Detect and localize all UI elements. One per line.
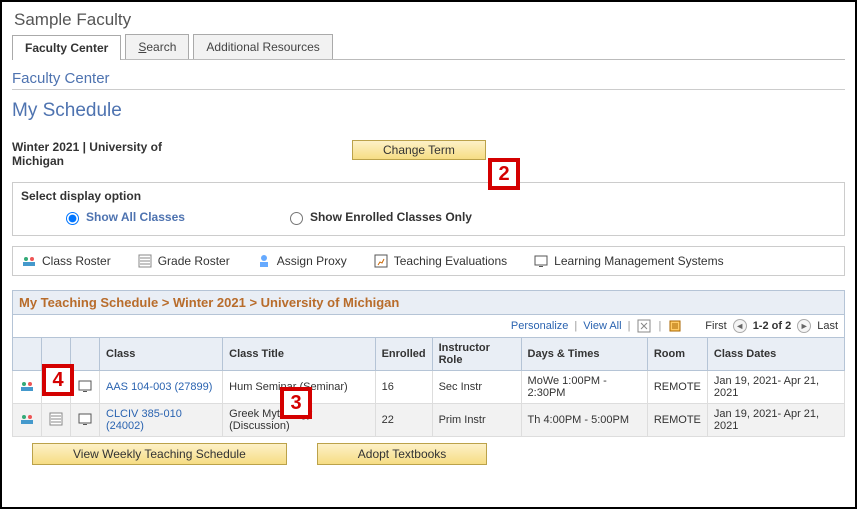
teaching-schedule-header: My Teaching Schedule > Winter 2021 > Uni… [12, 290, 845, 315]
lms-icon [533, 253, 549, 269]
room-cell: REMOTE [647, 404, 707, 437]
tool-assign-proxy[interactable]: Assign Proxy [256, 253, 347, 269]
grid-last[interactable]: Last [817, 320, 838, 332]
radio-show-all-label: Show All Classes [86, 210, 185, 224]
term-text: Winter 2021 | University of Michigan [12, 140, 192, 168]
grid-range: 1-2 of 2 [753, 320, 792, 332]
table-row: CLCIV 385-010 (24002) Greek Mythology (D… [13, 404, 845, 437]
tab-search[interactable]: Search [125, 34, 189, 59]
tool-teaching-evaluations[interactable]: Teaching Evaluations [373, 253, 507, 269]
col-class-dates[interactable]: Class Dates [707, 338, 844, 371]
table-row: AAS 104-003 (27899) Hum Seminar (Seminar… [13, 371, 845, 404]
radio-show-all[interactable]: Show All Classes [61, 209, 185, 225]
role-cell: Prim Instr [432, 404, 521, 437]
tool-links-row: Class Roster Grade Roster Assign Proxy T… [12, 246, 845, 276]
col-enrolled[interactable]: Enrolled [375, 338, 432, 371]
tool-assign-proxy-label: Assign Proxy [277, 254, 347, 268]
view-weekly-schedule-button[interactable]: View Weekly Teaching Schedule [32, 443, 287, 465]
next-arrow-icon[interactable]: ► [797, 319, 811, 333]
col-days-times[interactable]: Days & Times [521, 338, 647, 371]
tool-grade-roster-label: Grade Roster [158, 254, 230, 268]
teaching-schedule-table: Class Class Title Enrolled Instructor Ro… [12, 337, 845, 437]
grade-roster-icon [137, 253, 153, 269]
section-heading: Faculty Center [12, 70, 845, 90]
tool-lms-label: Learning Management Systems [554, 254, 723, 268]
tool-class-roster[interactable]: Class Roster [21, 253, 111, 269]
enrolled-cell: 16 [375, 371, 432, 404]
radio-show-enrolled-label: Show Enrolled Classes Only [310, 210, 472, 224]
teaching-evaluations-icon [373, 253, 389, 269]
download-icon[interactable] [667, 318, 683, 334]
schedule-heading: My Schedule [12, 100, 845, 122]
grid-toolbar: Personalize | View All | | First ◄ 1-2 o… [12, 315, 845, 337]
days-cell: MoWe 1:00PM - 2:30PM [521, 371, 647, 404]
display-option-label: Select display option [21, 189, 836, 203]
role-cell: Sec Instr [432, 371, 521, 404]
tab-faculty-center[interactable]: Faculty Center [12, 35, 121, 60]
tab-bar: Faculty Center Search Additional Resourc… [12, 34, 845, 60]
prev-arrow-icon[interactable]: ◄ [733, 319, 747, 333]
col-instructor-role[interactable]: Instructor Role [432, 338, 521, 371]
view-all-link[interactable]: View All [583, 320, 621, 332]
callout-2: 2 [488, 158, 520, 190]
radio-show-all-input[interactable] [66, 212, 79, 225]
tool-class-roster-label: Class Roster [42, 254, 111, 268]
table-header-row: Class Class Title Enrolled Instructor Ro… [13, 338, 845, 371]
col-class[interactable]: Class [100, 338, 223, 371]
callout-3: 3 [280, 387, 312, 419]
grid-first[interactable]: First [705, 320, 726, 332]
callout-4: 4 [42, 364, 74, 396]
lms-icon[interactable] [77, 378, 93, 394]
tab-additional-resources[interactable]: Additional Resources [193, 34, 332, 59]
class-link[interactable]: CLCIV 385-010 (24002) [106, 408, 182, 432]
dates-cell: Jan 19, 2021- Apr 21, 2021 [707, 371, 844, 404]
room-cell: REMOTE [647, 371, 707, 404]
personalize-link[interactable]: Personalize [511, 320, 568, 332]
change-term-button[interactable]: Change Term [352, 140, 486, 160]
col-class-title[interactable]: Class Title [223, 338, 375, 371]
grade-roster-icon[interactable] [48, 411, 64, 427]
lms-icon[interactable] [77, 411, 93, 427]
class-roster-icon[interactable] [19, 378, 35, 394]
class-roster-icon [21, 253, 37, 269]
adopt-textbooks-button[interactable]: Adopt Textbooks [317, 443, 488, 465]
radio-show-enrolled[interactable]: Show Enrolled Classes Only [285, 209, 472, 225]
enrolled-cell: 22 [375, 404, 432, 437]
zoom-icon[interactable] [636, 318, 652, 334]
col-room[interactable]: Room [647, 338, 707, 371]
assign-proxy-icon [256, 253, 272, 269]
display-option-group: Select display option Show All Classes S… [12, 182, 845, 236]
class-link[interactable]: AAS 104-003 (27899) [106, 381, 212, 393]
tool-teaching-evaluations-label: Teaching Evaluations [394, 254, 507, 268]
tool-grade-roster[interactable]: Grade Roster [137, 253, 230, 269]
radio-show-enrolled-input[interactable] [290, 212, 303, 225]
dates-cell: Jan 19, 2021- Apr 21, 2021 [707, 404, 844, 437]
class-roster-icon[interactable] [19, 411, 35, 427]
page-title: Sample Faculty [14, 10, 845, 30]
days-cell: Th 4:00PM - 5:00PM [521, 404, 647, 437]
tool-lms[interactable]: Learning Management Systems [533, 253, 723, 269]
